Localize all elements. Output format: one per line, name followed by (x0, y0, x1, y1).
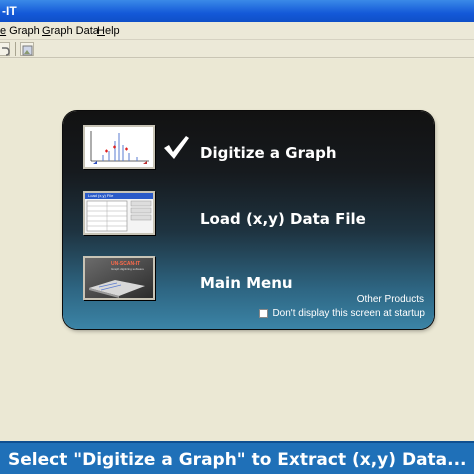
menu-bar: e Graph Graph Data Help (0, 22, 474, 40)
startup-option-row: Don't display this screen at startup (259, 308, 425, 319)
dont-display-checkbox[interactable] (259, 309, 269, 318)
load-data-file-thumbnail[interactable]: Load (x,y) File (83, 191, 155, 235)
menu-graph[interactable]: e Graph (0, 25, 40, 37)
main-menu-button[interactable]: Main Menu (200, 274, 293, 292)
toolbar-separator (15, 42, 16, 56)
instruction-text: Select "Digitize a Graph" to Extract (x,… (8, 450, 467, 470)
data-file-window-title: Load (x,y) File (88, 193, 114, 198)
undo-icon (2, 47, 10, 56)
menu-graph-data-label: raph Data (50, 25, 99, 37)
digitize-graph-button[interactable]: Digitize a Graph (200, 144, 337, 162)
window-title: -IT (2, 4, 17, 18)
instruction-banner: Select "Digitize a Graph" to Extract (x,… (0, 441, 474, 474)
data-table-preview-icon (85, 193, 153, 233)
picture-icon (22, 45, 33, 56)
menu-help-accesskey: H (97, 25, 105, 37)
dont-display-label: Don't display this screen at startup (272, 308, 425, 319)
menu-graph-label: Graph (6, 25, 40, 37)
menu-graph-data[interactable]: Graph Data (42, 25, 99, 37)
main-menu-thumbnail[interactable]: UN-SCAN-IT Graph digitizing software (83, 256, 155, 300)
product-tagline-label: Graph digitizing software (111, 267, 145, 271)
startup-panel: Digitize a Graph Load (x,y) File Load (x… (63, 111, 434, 329)
image-tool-button[interactable] (20, 42, 34, 56)
undo-button[interactable] (0, 42, 10, 56)
toolbar (0, 40, 474, 58)
window-titlebar: -IT (0, 0, 474, 22)
digitize-graph-thumbnail[interactable] (83, 125, 155, 169)
graph-preview-icon (85, 127, 153, 167)
other-products-link[interactable]: Other Products (357, 294, 424, 305)
menu-graph-data-accesskey: G (42, 25, 51, 37)
menu-help[interactable]: Help (97, 25, 120, 37)
menu-help-label: elp (104, 25, 120, 37)
load-xy-data-file-button[interactable]: Load (x,y) Data File (200, 210, 366, 228)
checkmark-icon (164, 136, 189, 159)
